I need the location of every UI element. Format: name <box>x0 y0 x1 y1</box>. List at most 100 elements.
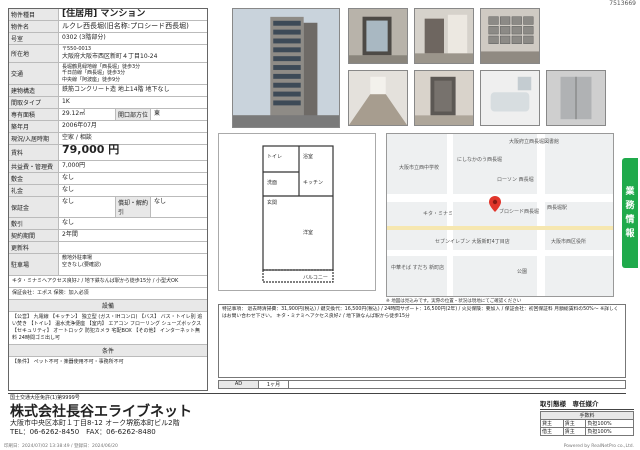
rent-value: 79,000 円 <box>62 143 120 156</box>
table-cell: 負担100% <box>585 419 634 428</box>
equipment-heading: 設備 <box>9 300 207 312</box>
ad-label: AD <box>219 381 259 388</box>
mailbox-photo[interactable] <box>480 8 540 64</box>
amortize-label: 償却・解約引 <box>115 197 151 217</box>
elevator-photo[interactable] <box>546 70 606 126</box>
map-label: 中華そば すだち 新町店 <box>391 265 445 271</box>
license-number: 国土交通大臣免許(1)第9999号 <box>10 395 80 401</box>
layout-label: 間取タイプ <box>9 97 59 108</box>
table-cell: 賃主 <box>562 419 587 428</box>
name-label: 物件名 <box>9 21 59 32</box>
conditions-heading: 条件 <box>9 345 207 357</box>
floorplan-label-kitchen: キッチン <box>303 180 323 186</box>
deposit-label: 敷金 <box>9 173 59 184</box>
page-id: 7513669 <box>609 0 636 7</box>
floorplan-label-bath: 浴室 <box>303 153 313 160</box>
floorplan-label-western-room: 洋室 <box>303 229 313 236</box>
rent-label: 賃料 <box>9 145 59 160</box>
table-row: 貸主 賃主 負担100% <box>540 419 634 428</box>
bathroom-photo[interactable] <box>480 70 540 126</box>
amortize-value: なし <box>154 198 167 205</box>
table-cell: 貸主 <box>540 419 564 428</box>
guarantee-value: なし <box>62 198 75 205</box>
renewal-value <box>59 242 207 253</box>
property-table: 物件種目 [住居用] マンション 物件名 ルクレ西長堀(旧名称:プロシード西長堀… <box>8 8 208 391</box>
built-value: 2006年07月 <box>62 122 97 129</box>
parking-line: 空きなし(要確認) <box>62 261 101 268</box>
location-pin-icon <box>489 196 501 212</box>
company-tel-fax: TEL：06-6262-8450 FAX：06-6262-8480 <box>10 428 156 436</box>
map-label: キタ・ミナミ <box>423 211 454 217</box>
equipment-text: 【公営】 九電線 【キッチン】 独立型 (ガス・IHコンロ) 【バス】 バス・ト… <box>9 312 207 345</box>
side-tab-char: 業 <box>625 187 635 197</box>
moveout-label: 現況/入居時期 <box>9 133 59 144</box>
commission-box: 取引態様 専任媒介 手数料 貸主 賃主 負担100% 借主 賃主 負担100% <box>540 398 634 436</box>
lobby-photo[interactable] <box>414 8 474 64</box>
table-row: 借主 賃主 負担100% <box>540 427 634 436</box>
key-money-value: なし <box>62 186 75 193</box>
shikibiki-label: 敷引 <box>9 218 59 229</box>
category-label: 物件種目 <box>9 9 59 20</box>
floorplan-label-washroom: 洗面 <box>267 179 277 186</box>
deposit-value: なし <box>62 174 75 181</box>
transaction-type: 取引態様 専任媒介 <box>540 398 634 410</box>
table-cell: 負担100% <box>585 427 634 436</box>
conditions-text: 【条件】 ペット不可・楽器使用不可・事務所不可 <box>12 359 124 365</box>
insurance-note: 保証会社：エポス 保険：加入必須 <box>9 288 207 300</box>
built-label: 築年月 <box>9 121 59 132</box>
location-map[interactable]: 大阪府立西長堀図書館 にしなかのう西長堀 ローソン 西長堀 大阪市立西中学校 西… <box>386 133 614 297</box>
map-label: 大阪市西区役所 <box>551 239 587 245</box>
access-note: キタ・ミナミへアクセス良好♪ / 地下鉄なんば駅から徒歩15分 / 小型犬OK <box>9 276 207 288</box>
map-label: ブロシード西長堀 <box>499 209 540 215</box>
fee-value: 7,000円 <box>62 162 86 169</box>
building-exterior-photo[interactable] <box>232 8 340 128</box>
table-cell: 賃主 <box>562 427 587 436</box>
map-label: セブンイレブン 大阪新町4丁目店 <box>435 239 510 245</box>
map-label: 大阪市立西中学校 <box>399 165 440 171</box>
shikibiki-value: なし <box>62 219 75 226</box>
print-date: 印刷日：2024/07/02 13:38:49 / 登録日：2024/06/20 <box>4 444 118 449</box>
ad-value: 1ヶ月 <box>259 381 289 388</box>
address-value: 大阪府大阪市西区新町４丁目10-24 <box>62 52 158 60</box>
category-value: [住居用] マンション <box>62 9 146 19</box>
parking-label: 駐車場 <box>9 254 59 275</box>
hallway-photo[interactable] <box>348 70 408 126</box>
powered-by: Powered by RealNetPro co.,Ltd. <box>563 444 634 449</box>
area-value: 29.12㎡ <box>62 110 86 117</box>
layout-value: 1K <box>62 98 70 105</box>
renewal-label: 更新料 <box>9 242 59 253</box>
guarantee-label: 保証金 <box>9 197 59 217</box>
table-cell: 借主 <box>540 427 564 436</box>
commission-head: 手数料 <box>540 411 634 420</box>
key-money-label: 礼金 <box>9 185 59 196</box>
floorplan-label-entrance: 玄関 <box>267 199 277 206</box>
business-info-tab[interactable]: 業 務 情 報 <box>622 158 638 268</box>
footer: 国土交通大臣免許(1)第9999号 株式会社長谷エライブネット 大阪市中央区本町… <box>8 393 634 441</box>
special-notes: 特記事項： 退去時清掃費：31,900円(税込) / 鍵交換代：16,500円(… <box>218 304 626 378</box>
side-tab-char: 情 <box>625 215 635 225</box>
floorplan-label-toilet: トイレ <box>267 154 282 160</box>
contract-value: 2年間 <box>62 231 78 238</box>
map-label: にしなかのう西長堀 <box>457 157 503 163</box>
floorplan-label-balcony: バルコニー <box>303 275 328 281</box>
address-label: 所在地 <box>9 45 59 62</box>
structure-value: 鉄筋コンクリート造 地上14階 地下なし <box>62 86 170 93</box>
floor-plan[interactable]: 洋室 キッチン バルコニー トイレ 洗面 浴室 玄関 <box>218 133 376 291</box>
direction-value: 東 <box>154 110 161 117</box>
room-value: 0302 (3階部分) <box>62 34 106 41</box>
map-label: ローソン 西長堀 <box>497 177 534 183</box>
commission-table: 手数料 貸主 賃主 負担100% 借主 賃主 負担100% <box>540 411 634 436</box>
side-tab-char: 務 <box>625 201 635 211</box>
room-photo[interactable] <box>414 70 474 126</box>
map-label: 大阪府立西長堀図書館 <box>509 139 560 145</box>
entrance-photo[interactable] <box>348 8 408 64</box>
direction-label: 開口部方位 <box>115 109 151 120</box>
traffic-line: 中央線「阿波座」徒歩9分 <box>62 76 121 83</box>
contract-label: 契約期間 <box>9 230 59 241</box>
room-label: 号室 <box>9 33 59 44</box>
name-value: ルクレ西長堀(旧名称:プロシード西長堀) <box>62 22 189 30</box>
area-label: 専有面積 <box>9 109 59 120</box>
fee-label: 共益費・管理費 <box>9 161 59 172</box>
structure-label: 建物構造 <box>9 85 59 96</box>
ad-row: AD 1ヶ月 <box>218 380 626 389</box>
